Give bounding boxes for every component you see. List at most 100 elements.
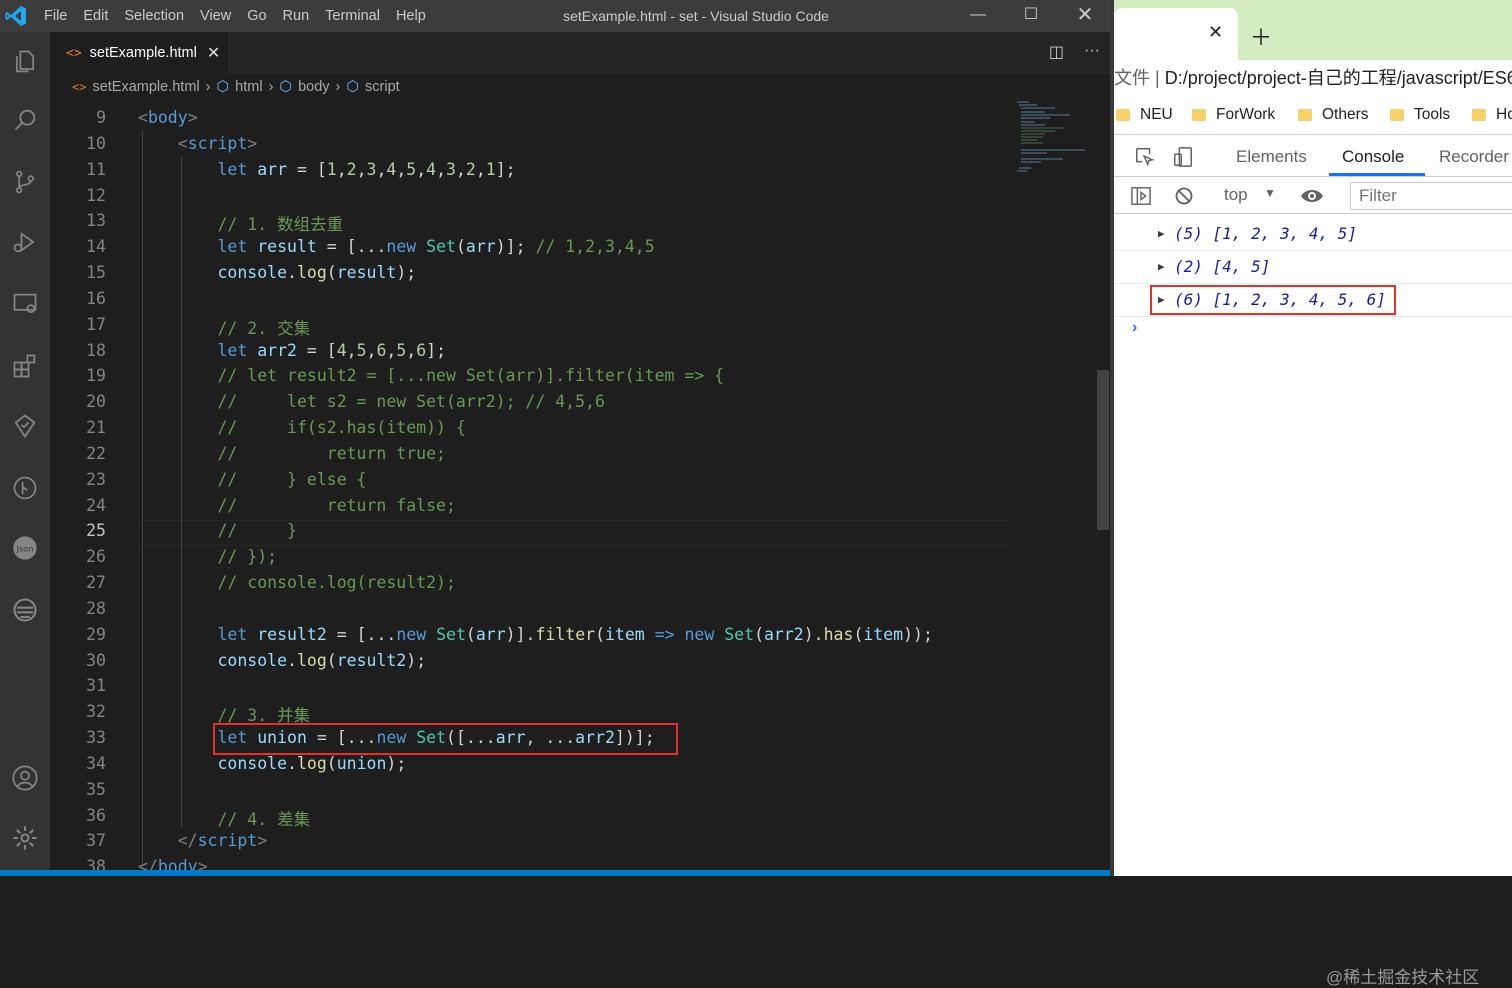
menu-view[interactable]: View <box>192 0 239 32</box>
filter-input[interactable]: Filter <box>1350 182 1512 210</box>
folder-icon <box>1298 109 1312 121</box>
console-value: (5) [1, 2, 3, 4, 5] <box>1174 224 1358 243</box>
bookmark-forwork[interactable]: ForWork <box>1192 106 1275 124</box>
new-tab-icon[interactable]: ＋ <box>1250 20 1272 52</box>
maximize-icon[interactable]: ☐ <box>1006 0 1056 32</box>
vscode-window: File Edit Selection View Go Run Terminal… <box>0 0 1110 876</box>
run-debug-icon[interactable] <box>5 222 45 262</box>
close-tab-icon[interactable]: ✕ <box>1208 22 1223 43</box>
editor-tabs: <> setExample.html ✕ ◫ ··· <box>50 32 1110 74</box>
menu-file[interactable]: File <box>36 0 75 32</box>
line-number-current: 25 <box>86 521 106 540</box>
code-line: let result2 = [...new Set(arr)].filter(i… <box>217 625 933 644</box>
svg-text:Json: Json <box>16 544 34 554</box>
git-graph-icon[interactable] <box>5 468 45 508</box>
live-expression-eye-icon[interactable] <box>1300 186 1324 206</box>
code-line: // }); <box>138 547 277 566</box>
inspect-element-icon[interactable] <box>1134 146 1156 168</box>
watermark: @稀土掘金技术社区 <box>1326 968 1480 987</box>
bookmark-tools[interactable]: Tools <box>1390 106 1450 124</box>
element-cube-icon: ⬡ <box>216 79 230 95</box>
title-bar: File Edit Selection View Go Run Terminal… <box>0 0 1110 32</box>
close-tab-icon[interactable]: ✕ <box>207 43 220 63</box>
code-line: console.log(result); <box>217 263 417 282</box>
minimize-icon[interactable]: — <box>953 0 1003 32</box>
split-editor-icon[interactable]: ◫ <box>1049 42 1064 62</box>
breadcrumb-file[interactable]: setExample.html <box>92 79 199 95</box>
breadcrumb-html[interactable]: html <box>235 79 262 95</box>
tab-console[interactable]: Console <box>1342 147 1404 167</box>
menu-edit[interactable]: Edit <box>75 0 116 32</box>
tab-elements[interactable]: Elements <box>1236 147 1307 167</box>
browser-tab[interactable]: ✕ <box>1114 8 1238 60</box>
line-number: 37 <box>86 831 106 850</box>
code-editor[interactable]: 9 10 11 12 13 14 15 16 17 18 19 20 21 22… <box>50 100 1110 876</box>
bookmark-neu[interactable]: NEU <box>1116 106 1173 124</box>
devtools-panel: Elements Console Recorder top ▼ Filter ▶… <box>1114 134 1512 987</box>
dropdown-arrow-icon: ▼ <box>1264 186 1276 200</box>
bookmark-ho[interactable]: Ho <box>1472 106 1512 124</box>
breadcrumb-body[interactable]: body <box>298 79 329 95</box>
code-line: // } else { <box>138 470 366 489</box>
source-control-icon[interactable] <box>5 162 45 202</box>
address-bar[interactable]: 文件 | D:/project/project-自己的工程/javascript… <box>1114 60 1512 96</box>
line-number: 29 <box>86 625 106 644</box>
console-prompt-icon[interactable]: › <box>1132 319 1137 337</box>
database-icon[interactable] <box>5 590 45 630</box>
address-url: D:/project/project-自己的工程/javascript/ES6/ <box>1164 68 1512 88</box>
code-comment: // console.log(result2); <box>217 573 456 592</box>
line-number: 35 <box>86 780 106 799</box>
testing-icon[interactable] <box>5 406 45 446</box>
close-window-icon[interactable]: ✕ <box>1060 0 1110 32</box>
element-cube-icon: ⬡ <box>346 79 360 95</box>
folder-icon <box>1390 109 1404 121</box>
menu-help[interactable]: Help <box>388 0 434 32</box>
settings-gear-icon[interactable] <box>5 818 45 858</box>
code-line: // console.log(result2); <box>138 573 456 592</box>
line-number: 28 <box>86 599 106 618</box>
expand-triangle-icon[interactable]: ▶ <box>1158 251 1165 283</box>
breadcrumb-script[interactable]: script <box>365 79 400 95</box>
clear-console-icon[interactable] <box>1174 186 1194 206</box>
line-number: 18 <box>86 341 106 360</box>
tab-recorder[interactable]: Recorder <box>1439 147 1509 167</box>
menu-selection[interactable]: Selection <box>116 0 192 32</box>
code-line: <script> <box>177 134 258 153</box>
sidebar-toggle-icon[interactable] <box>1130 186 1152 206</box>
explorer-icon[interactable] <box>5 42 45 82</box>
element-cube-icon: ⬡ <box>279 79 293 95</box>
console-entry[interactable]: ▶ (5) [1, 2, 3, 4, 5] <box>1114 218 1512 251</box>
menu-bar: File Edit Selection View Go Run Terminal… <box>36 0 434 32</box>
code-comment: // if(s2.has(item)) { <box>217 418 466 437</box>
line-number: 17 <box>86 315 106 334</box>
menu-go[interactable]: Go <box>239 0 274 32</box>
remote-explorer-icon[interactable] <box>5 284 45 324</box>
console-entry[interactable]: ▶ (2) [4, 5] <box>1114 251 1512 284</box>
line-number: 16 <box>86 289 106 308</box>
line-number: 9 <box>96 108 106 127</box>
line-number: 15 <box>86 263 106 282</box>
chevron-right-icon: › <box>335 79 341 95</box>
menu-terminal[interactable]: Terminal <box>317 0 388 32</box>
scrollbar-thumb[interactable] <box>1097 370 1109 530</box>
search-icon[interactable] <box>5 100 45 140</box>
json-icon[interactable]: Json <box>5 528 45 568</box>
minimap[interactable] <box>1015 100 1095 180</box>
context-selector[interactable]: top <box>1224 185 1248 205</box>
expand-triangle-icon[interactable]: ▶ <box>1158 218 1165 250</box>
bookmark-label: Others <box>1322 106 1369 123</box>
bookmark-others[interactable]: Others <box>1298 106 1369 124</box>
code-line: // return false; <box>138 496 455 515</box>
line-number: 22 <box>86 444 106 463</box>
tab-setexample-html[interactable]: <> setExample.html ✕ <box>50 32 228 74</box>
folder-icon <box>1192 109 1206 121</box>
window-title: setExample.html - set - Visual Studio Co… <box>563 8 829 24</box>
more-actions-icon[interactable]: ··· <box>1084 42 1100 62</box>
extensions-icon[interactable] <box>5 346 45 386</box>
code-comment: // return true; <box>217 444 446 463</box>
menu-run[interactable]: Run <box>275 0 318 32</box>
active-tab-indicator <box>1329 173 1425 176</box>
code-comment: // 4. 差集 <box>217 810 311 829</box>
account-icon[interactable] <box>5 758 45 798</box>
device-toolbar-icon[interactable] <box>1172 145 1194 169</box>
